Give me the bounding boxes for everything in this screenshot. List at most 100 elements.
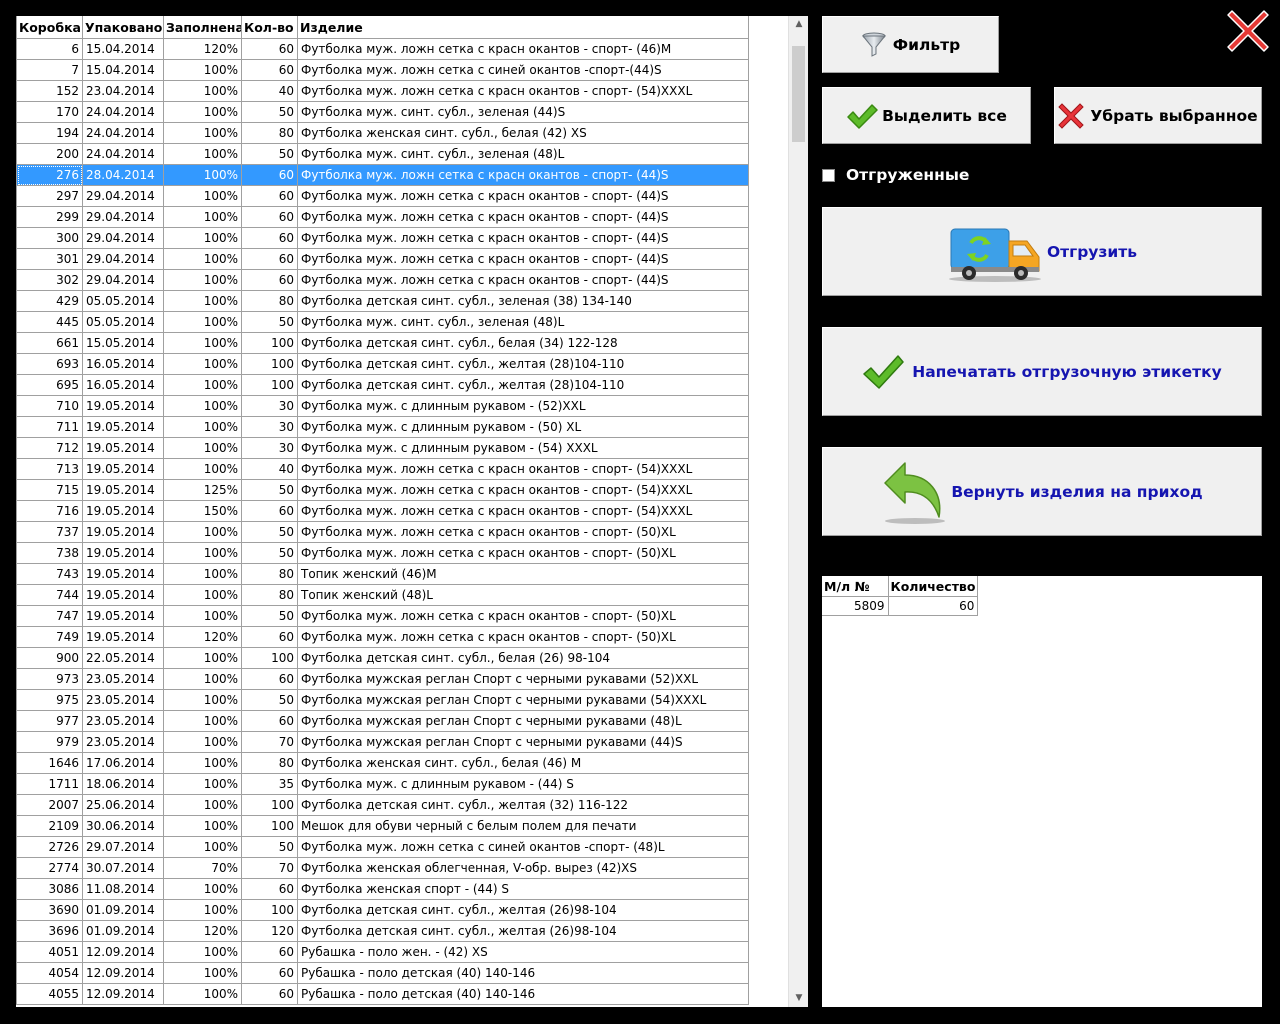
scroll-up-icon[interactable]: ▲ xyxy=(789,16,808,33)
table-row[interactable]: 3690 01.09.2014 100% 100 Футболка детская си… xyxy=(16,899,749,921)
cell-filled: 100% xyxy=(163,941,242,963)
table-row[interactable]: 710 19.05.2014 100% 30 Футболка муж. с длинн… xyxy=(16,395,749,417)
cell-box: 3696 xyxy=(16,920,83,942)
column-header-route-sheet-number[interactable]: М/л № xyxy=(822,576,889,597)
cell-product: Футболка муж. ложн сетка с красн окантов… xyxy=(297,542,749,564)
vertical-scrollbar[interactable]: ▲ ▼ xyxy=(788,16,808,1007)
table-row[interactable]: 2726 29.07.2014 100% 50 Футболка муж. ложн с… xyxy=(16,836,749,858)
table-row[interactable]: 743 19.05.2014 100% 80 Топик женский (46)M xyxy=(16,563,749,585)
table-row[interactable]: 301 29.04.2014 100% 60 Футболка муж. ложн се… xyxy=(16,248,749,270)
select-all-button-label: Выделить все xyxy=(882,106,1007,125)
column-header-quantity[interactable]: Кол-во xyxy=(241,16,298,39)
table-row[interactable]: 977 23.05.2014 100% 60 Футболка мужская регл… xyxy=(16,710,749,732)
table-row[interactable]: 200 24.04.2014 100% 50 Футболка муж. синт. с… xyxy=(16,143,749,165)
cell-filled: 100% xyxy=(163,899,242,921)
table-row[interactable]: 749 19.05.2014 120% 60 Футболка муж. ложн се… xyxy=(16,626,749,648)
column-header-product[interactable]: Изделие xyxy=(297,16,749,39)
scrollbar-thumb[interactable] xyxy=(792,46,805,142)
cell-product: Футболка муж. синт. субл., зеленая (44)S xyxy=(297,101,749,123)
table-row[interactable]: 973 23.05.2014 100% 60 Футболка мужская регл… xyxy=(16,668,749,690)
table-row[interactable]: 152 23.04.2014 100% 40 Футболка муж. ложн се… xyxy=(16,80,749,102)
ship-button[interactable]: Отгрузить xyxy=(822,207,1262,296)
cell-quantity: 50 xyxy=(241,143,298,165)
cell-packed-date: 17.06.2014 xyxy=(82,752,164,774)
cell-packed-date: 29.04.2014 xyxy=(82,206,164,228)
shipped-checkbox[interactable] xyxy=(822,168,835,182)
table-row[interactable]: 979 23.05.2014 100% 70 Футболка мужская регл… xyxy=(16,731,749,753)
cell-box: 975 xyxy=(16,689,83,711)
shipped-checkbox-row[interactable]: Отгруженные xyxy=(822,164,969,186)
table-row[interactable]: 695 16.05.2014 100% 100 Футболка детская син… xyxy=(16,374,749,396)
cell-box: 4054 xyxy=(16,962,83,984)
boxes-grid[interactable]: Коробка Упаковано Заполнена Кол-во Издел… xyxy=(16,16,808,1007)
table-row[interactable]: 715 19.05.2014 125% 50 Футболка муж. ложн се… xyxy=(16,479,749,501)
table-row[interactable]: 2007 25.06.2014 100% 100 Футболка детская си… xyxy=(16,794,749,816)
cell-packed-date: 29.04.2014 xyxy=(82,248,164,270)
table-row[interactable]: 1711 18.06.2014 100% 35 Футболка муж. с длин… xyxy=(16,773,749,795)
cell-packed-date: 23.04.2014 xyxy=(82,80,164,102)
table-row[interactable]: 194 24.04.2014 100% 80 Футболка женская синт… xyxy=(16,122,749,144)
cell-box: 276 xyxy=(16,164,83,186)
select-all-button[interactable]: Выделить все xyxy=(822,87,1031,144)
cell-quantity: 100 xyxy=(241,794,298,816)
table-row[interactable]: 2774 30.07.2014 70% 70 Футболка женская обле… xyxy=(16,857,749,879)
table-row[interactable]: 4054 12.09.2014 100% 60 Рубашка - поло детск… xyxy=(16,962,749,984)
table-row[interactable]: 297 29.04.2014 100% 60 Футболка муж. ложн се… xyxy=(16,185,749,207)
column-header-quantity[interactable]: Количество xyxy=(888,576,979,597)
filter-button[interactable]: Фильтр xyxy=(822,16,999,73)
cell-product: Футболка мужская реглан Спорт с черными … xyxy=(297,710,749,732)
cell-quantity: 60 xyxy=(241,227,298,249)
cell-quantity: 60 xyxy=(241,248,298,270)
table-row[interactable]: 661 15.05.2014 100% 100 Футболка детская син… xyxy=(16,332,749,354)
table-row[interactable]: 711 19.05.2014 100% 30 Футболка муж. с длинн… xyxy=(16,416,749,438)
table-row[interactable]: 975 23.05.2014 100% 50 Футболка мужская регл… xyxy=(16,689,749,711)
table-row[interactable]: 300 29.04.2014 100% 60 Футболка муж. ложн се… xyxy=(16,227,749,249)
cell-product: Футболка муж. ложн сетка с красн окантов… xyxy=(297,80,749,102)
column-header-box[interactable]: Коробка xyxy=(16,16,83,39)
table-row[interactable]: 429 05.05.2014 100% 80 Футболка детская синт… xyxy=(16,290,749,312)
close-button[interactable] xyxy=(1226,9,1270,53)
table-row[interactable]: 747 19.05.2014 100% 50 Футболка муж. ложн се… xyxy=(16,605,749,627)
table-row[interactable]: 299 29.04.2014 100% 60 Футболка муж. ложн се… xyxy=(16,206,749,228)
print-label-button[interactable]: Напечатать отгрузочную этикетку xyxy=(822,327,1262,416)
table-row[interactable]: 170 24.04.2014 100% 50 Футболка муж. синт. с… xyxy=(16,101,749,123)
table-row[interactable]: 4051 12.09.2014 100% 60 Рубашка - поло жен. … xyxy=(16,941,749,963)
return-items-button[interactable]: Вернуть изделия на приход xyxy=(822,447,1262,536)
column-header-packed[interactable]: Упаковано xyxy=(82,16,164,39)
route-sheet-panel[interactable]: М/л № Количество 5809 60 xyxy=(822,576,1262,1007)
table-row[interactable]: 713 19.05.2014 100% 40 Футболка муж. ложн се… xyxy=(16,458,749,480)
table-row[interactable]: 737 19.05.2014 100% 50 Футболка муж. ложн се… xyxy=(16,521,749,543)
table-row[interactable]: 3086 11.08.2014 100% 60 Футболка женская спо… xyxy=(16,878,749,900)
table-row[interactable]: 712 19.05.2014 100% 30 Футболка муж. с длинн… xyxy=(16,437,749,459)
table-row[interactable]: 445 05.05.2014 100% 50 Футболка муж. синт. с… xyxy=(16,311,749,333)
cell-filled: 100% xyxy=(163,773,242,795)
cell-filled: 100% xyxy=(163,185,242,207)
remove-selected-button[interactable]: Убрать выбранное xyxy=(1054,87,1262,144)
cell-box: 3690 xyxy=(16,899,83,921)
table-row[interactable]: 744 19.05.2014 100% 80 Топик женский (48)L xyxy=(16,584,749,606)
table-row[interactable]: 276 28.04.2014 100% 60 Футболка муж. ложн се… xyxy=(16,164,749,186)
cell-box: 979 xyxy=(16,731,83,753)
table-row[interactable]: 3696 01.09.2014 120% 120 Футболка детская си… xyxy=(16,920,749,942)
column-header-filled[interactable]: Заполнена xyxy=(163,16,242,39)
cell-product: Футболка муж. ложн сетка с красн окантов… xyxy=(297,164,749,186)
cell-filled: 100% xyxy=(163,59,242,81)
table-row[interactable]: 2109 30.06.2014 100% 100 Мешок для обуви чер… xyxy=(16,815,749,837)
table-row[interactable]: 302 29.04.2014 100% 60 Футболка муж. ложн се… xyxy=(16,269,749,291)
cell-filled: 100% xyxy=(163,164,242,186)
cell-box: 743 xyxy=(16,563,83,585)
table-row[interactable]: 5809 60 xyxy=(822,596,979,616)
table-row[interactable]: 4055 12.09.2014 100% 60 Рубашка - поло детск… xyxy=(16,983,749,1005)
cell-quantity: 50 xyxy=(241,311,298,333)
table-row[interactable]: 900 22.05.2014 100% 100 Футболка детская син… xyxy=(16,647,749,669)
table-row[interactable]: 1646 17.06.2014 100% 80 Футболка женская син… xyxy=(16,752,749,774)
table-row[interactable]: 738 19.05.2014 100% 50 Футболка муж. ложн се… xyxy=(16,542,749,564)
scroll-down-icon[interactable]: ▼ xyxy=(789,990,808,1007)
table-row[interactable]: 716 19.05.2014 150% 60 Футболка муж. ложн се… xyxy=(16,500,749,522)
cell-box: 695 xyxy=(16,374,83,396)
table-row[interactable]: 7 15.04.2014 100% 60 Футболка муж. ложн сетк… xyxy=(16,59,749,81)
cell-quantity: 50 xyxy=(241,605,298,627)
table-row[interactable]: 6 15.04.2014 120% 60 Футболка муж. ложн сетк… xyxy=(16,38,749,60)
cell-packed-date: 19.05.2014 xyxy=(82,479,164,501)
table-row[interactable]: 693 16.05.2014 100% 100 Футболка детская син… xyxy=(16,353,749,375)
